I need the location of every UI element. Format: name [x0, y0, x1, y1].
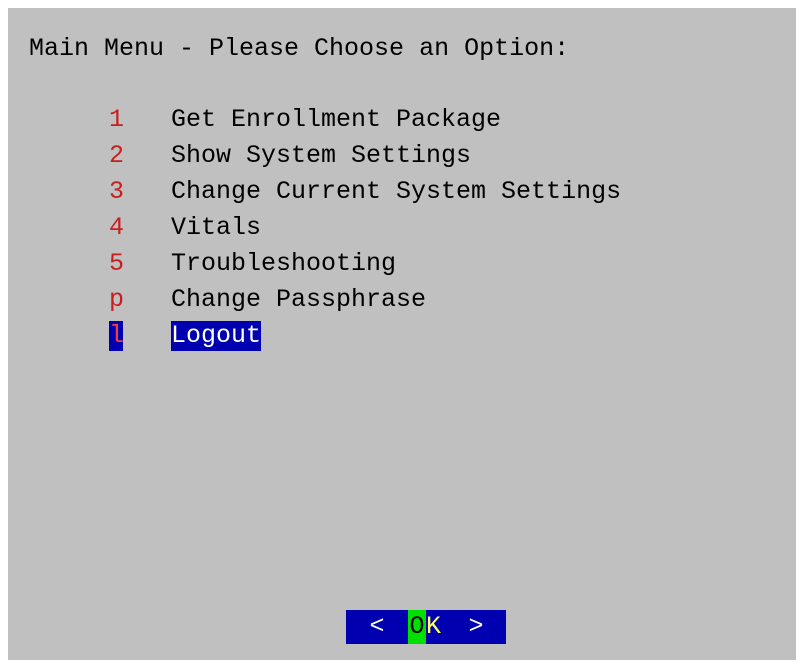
menu-item-vitals[interactable]: 4 Vitals [8, 213, 796, 249]
menu-item-troubleshooting[interactable]: 5 Troubleshooting [8, 249, 796, 285]
menu-item-change-passphrase[interactable]: p Change Passphrase [8, 285, 796, 321]
menu-item-key: 3 [109, 177, 125, 206]
menu-item-label: Get Enrollment Package [171, 105, 502, 134]
menu-item-get-enrollment-package[interactable]: 1 Get Enrollment Package [8, 105, 796, 141]
menu-item-key: 4 [109, 213, 125, 242]
menu-item-key: p [109, 285, 125, 314]
terminal-window: Main Menu - Please Choose an Option: 1 G… [8, 8, 796, 660]
menu-item-key: 2 [109, 141, 125, 170]
menu-item-key: l [109, 321, 125, 351]
menu-item-key: 5 [109, 249, 125, 278]
menu-item-logout[interactable]: l Logout [8, 321, 796, 357]
menu-item-label: Change Passphrase [171, 285, 427, 314]
menu-item-label: Vitals [171, 213, 262, 242]
menu-item-label: Troubleshooting [171, 249, 397, 278]
menu-item-key: 1 [109, 105, 125, 134]
ok-button-hotkey: O [408, 610, 426, 644]
menu-title: Main Menu - Please Choose an Option: [29, 34, 570, 63]
ok-button-label-rest: K [426, 612, 442, 641]
menu-item-show-system-settings[interactable]: 2 Show System Settings [8, 141, 796, 177]
menu-item-label: Change Current System Settings [171, 177, 622, 206]
ok-button-left-bracket: < [369, 612, 385, 641]
menu-item-label: Logout [171, 321, 262, 351]
menu-item-change-current-system-settings[interactable]: 3 Change Current System Settings [8, 177, 796, 213]
main-menu: 1 Get Enrollment Package 2 Show System S… [8, 105, 796, 357]
ok-button-right-bracket: > [468, 612, 484, 641]
menu-item-label: Show System Settings [171, 141, 472, 170]
ok-button[interactable]: < O K > [346, 610, 506, 644]
